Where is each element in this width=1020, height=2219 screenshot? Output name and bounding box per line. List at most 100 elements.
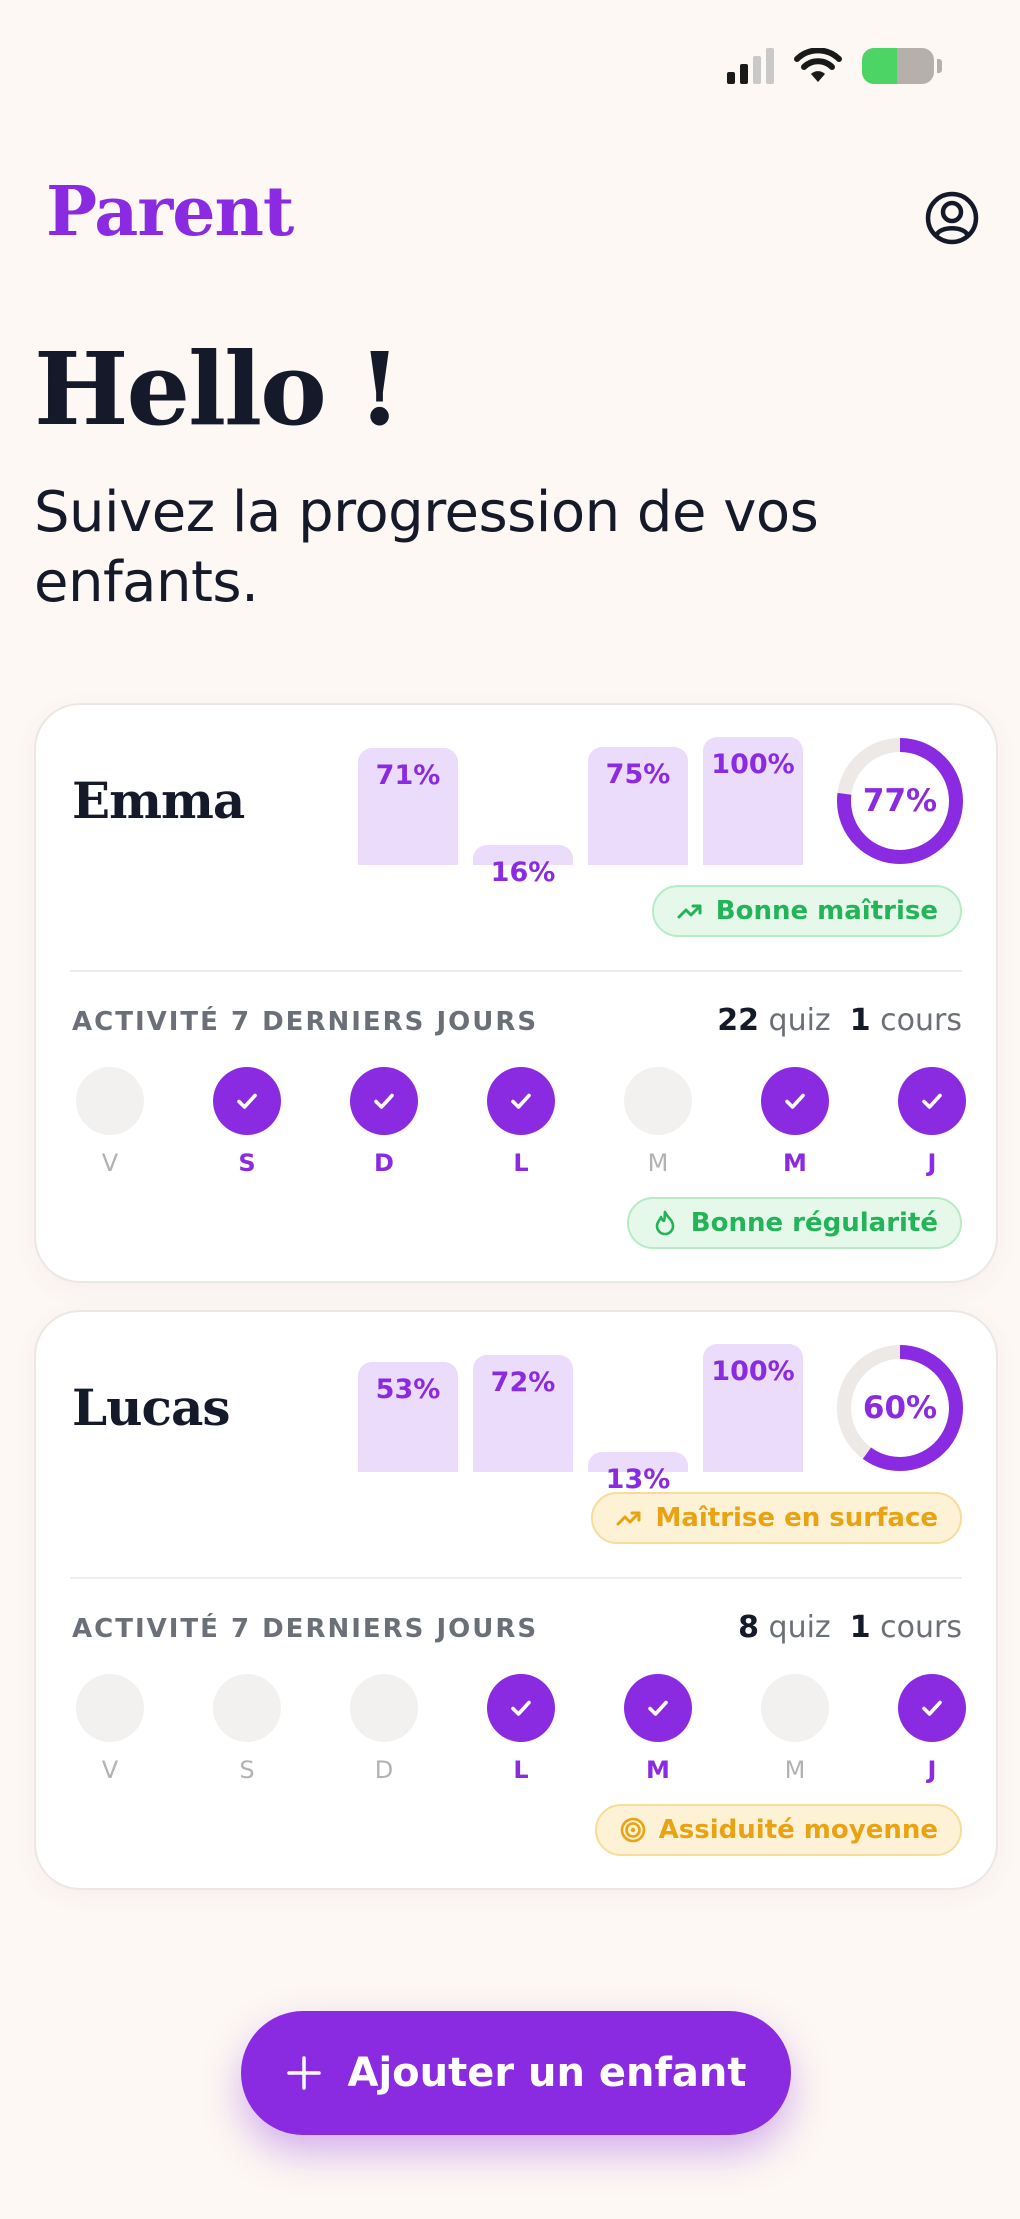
greeting-title: Hello ! [34, 330, 401, 448]
activity-day-dot [898, 1067, 966, 1135]
activity-day-dot [624, 1067, 692, 1135]
wifi-icon [794, 48, 842, 82]
activity-day: M [624, 1674, 692, 1784]
trend-up-icon [676, 897, 704, 925]
course-count: 1 [849, 1003, 871, 1038]
divider [70, 1577, 962, 1579]
activity-day-letter: V [101, 1756, 119, 1784]
subject-bar: 75% [588, 747, 688, 865]
activity-day-letter: M [784, 1756, 806, 1784]
subject-bar: 71% [358, 748, 458, 865]
regularity-badge-label: Assiduité moyenne [658, 1815, 938, 1845]
activity-day-letter: J [927, 1149, 937, 1177]
activity-day-dot [213, 1067, 281, 1135]
check-icon [648, 1700, 668, 1716]
mastery-badge-label: Bonne maîtrise [715, 896, 938, 926]
activity-day-dot [76, 1067, 144, 1135]
child-name: Emma [72, 771, 245, 830]
activity-day-dot [487, 1674, 555, 1742]
status-bar [727, 48, 942, 84]
app-title: Parent [46, 172, 294, 252]
mastery-badge-label: Maîtrise en surface [655, 1503, 938, 1533]
subject-bar-value: 72% [490, 1367, 556, 1398]
course-label: cours [880, 1610, 962, 1645]
activity-day-letter: S [238, 1149, 256, 1177]
activity-stats: 8 quiz 1 cours [738, 1610, 962, 1645]
activity-day-letter: D [374, 1149, 394, 1177]
activity-day: V [76, 1067, 144, 1177]
activity-day: L [487, 1067, 555, 1177]
activity-day-dot [350, 1674, 418, 1742]
subject-bar-value: 13% [605, 1464, 671, 1495]
activity-day-dot [487, 1067, 555, 1135]
activity-day: S [213, 1067, 281, 1177]
activity-day-letter: S [239, 1756, 255, 1784]
activity-day-letter: M [647, 1149, 669, 1177]
greeting-subtitle: Suivez la progression de vos enfants. [34, 480, 819, 615]
regularity-badge: Bonne régularité [626, 1197, 962, 1249]
mastery-badge: Maîtrise en surface [591, 1492, 962, 1544]
flame-icon [651, 1209, 679, 1237]
activity-label: ACTIVITÉ 7 DERNIERS JOURS [72, 1007, 539, 1037]
activity-day-dot [898, 1674, 966, 1742]
activity-day-dot [624, 1674, 692, 1742]
activity-day: L [487, 1674, 555, 1784]
activity-day: M [761, 1674, 829, 1784]
subject-bar: 100% [703, 737, 803, 865]
subject-bar: 100% [703, 1344, 803, 1472]
quiz-count: 22 [717, 1003, 759, 1038]
activity-day: J [898, 1674, 966, 1784]
course-label: cours [880, 1003, 962, 1038]
target-icon [619, 1816, 647, 1844]
subject-bar-value: 100% [711, 1356, 795, 1387]
activity-day-dot [76, 1674, 144, 1742]
subject-bar-value: 53% [375, 1374, 441, 1405]
subject-bar-value: 16% [490, 857, 556, 888]
activity-day: M [761, 1067, 829, 1177]
regularity-badge: Assiduité moyenne [594, 1804, 962, 1856]
activity-day-letter: V [101, 1149, 119, 1177]
quiz-label: quiz [768, 1003, 831, 1038]
activity-stats: 22 quiz 1 cours [717, 1003, 962, 1038]
subject-bar: 16% [473, 845, 573, 888]
course-count: 1 [849, 1610, 871, 1645]
subject-bar-value: 75% [605, 759, 671, 790]
activity-day: D [350, 1067, 418, 1177]
activity-day-dot [761, 1674, 829, 1742]
add-child-button[interactable]: Ajouter un enfant [241, 2011, 791, 2135]
cellular-signal-icon [727, 48, 774, 84]
check-icon [511, 1093, 531, 1109]
child-card[interactable]: Emma 71% 16% 75% 100% 77% Bonne maîtrise… [34, 703, 998, 1283]
overall-progress-value: 60% [862, 1390, 938, 1426]
trend-up-icon [615, 1504, 643, 1532]
subject-bar: 53% [358, 1362, 458, 1472]
child-name: Lucas [72, 1378, 230, 1437]
subject-bars: 53% 72% 13% 100% [358, 1344, 804, 1495]
divider [70, 970, 962, 972]
activity-day-letter: M [783, 1149, 807, 1177]
subject-bars: 71% 16% 75% 100% [358, 737, 804, 888]
regularity-badge-label: Bonne régularité [690, 1208, 938, 1238]
subject-bar-value: 71% [375, 760, 441, 791]
profile-icon[interactable] [924, 190, 980, 246]
check-icon [922, 1093, 942, 1109]
check-icon [785, 1093, 805, 1109]
activity-day-dot [213, 1674, 281, 1742]
activity-day: M [624, 1067, 692, 1177]
activity-day: D [350, 1674, 418, 1784]
overall-progress-value: 77% [862, 783, 938, 819]
activity-days: V S D L M M J [76, 1674, 966, 1794]
activity-day: S [213, 1674, 281, 1784]
plus-icon [287, 2056, 322, 2090]
activity-day-letter: D [374, 1756, 394, 1784]
activity-days: V S D L M M J [76, 1067, 966, 1187]
child-card[interactable]: Lucas 53% 72% 13% 100% 60% Maîtrise en s… [34, 1310, 998, 1890]
add-child-label: Ajouter un enfant [347, 2050, 747, 2096]
check-icon [374, 1093, 394, 1109]
quiz-label: quiz [768, 1610, 831, 1645]
activity-day-letter: L [513, 1756, 529, 1784]
quiz-count: 8 [738, 1610, 759, 1645]
battery-icon [862, 48, 942, 84]
activity-day: V [76, 1674, 144, 1784]
check-icon [922, 1700, 942, 1716]
